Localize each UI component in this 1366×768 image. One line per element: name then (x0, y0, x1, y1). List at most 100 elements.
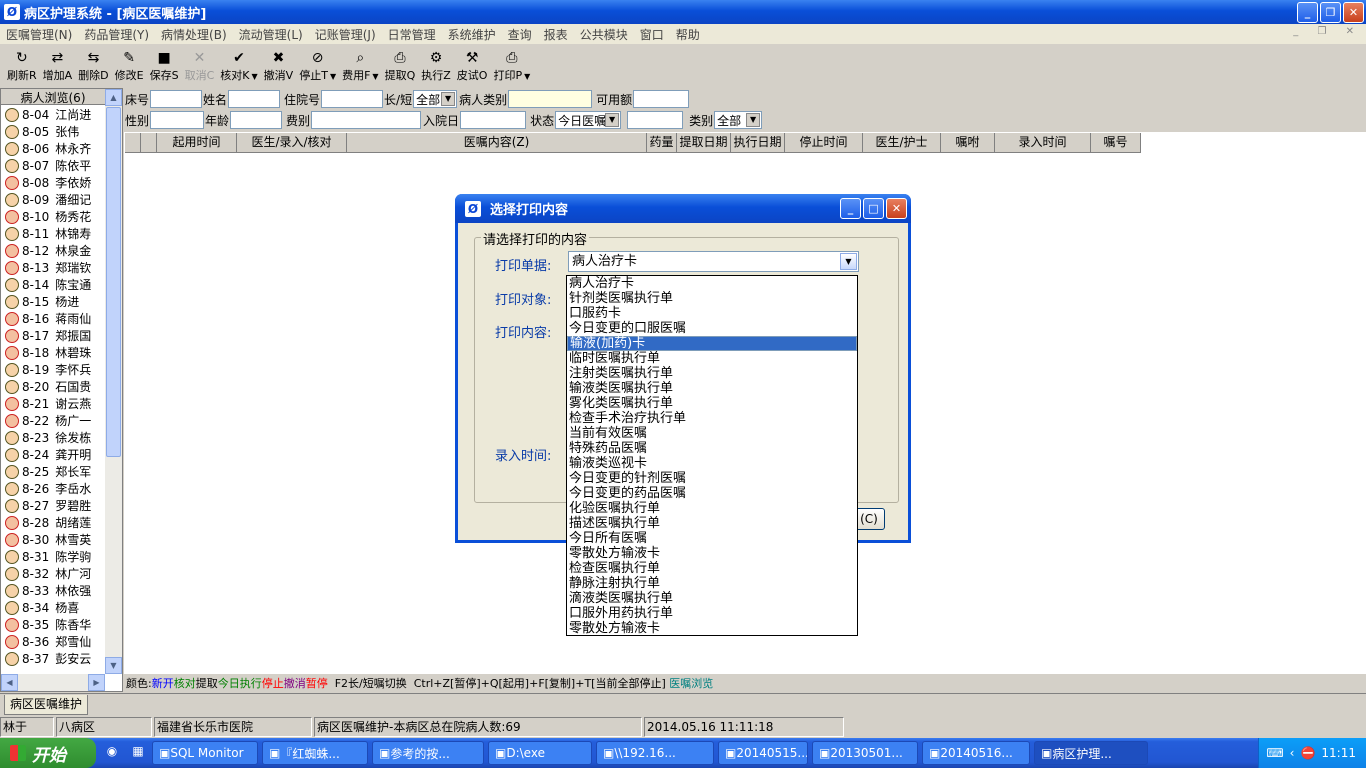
patient-list-item[interactable]: 8-07 陈依平 (1, 157, 105, 174)
patient-list-item[interactable]: 8-31 陈学驹 (1, 548, 105, 565)
sex-input[interactable] (150, 111, 205, 129)
category-select[interactable]: 全部 ▼ (714, 111, 763, 129)
dropdown-option[interactable]: 检查手术治疗执行单 (567, 411, 857, 426)
patient-list-item[interactable]: 8-20 石国贵 (1, 378, 105, 395)
admission-no-input[interactable] (321, 90, 384, 108)
admit-date-input[interactable] (460, 111, 527, 129)
dialog-close-button[interactable]: ✕ (886, 198, 907, 219)
grid-header-9[interactable]: 医生/护士 (863, 133, 941, 153)
menu-item-10[interactable]: 窗口 (634, 26, 670, 43)
taskbar-button-0[interactable]: ▣ SQL Monitor (152, 741, 258, 765)
toolbar-button-5[interactable]: ✕ 取消C (182, 48, 218, 84)
toolbar-button-6[interactable]: ✔ 核对K ▼ (217, 48, 260, 84)
grid-header-11[interactable]: 录入时间 (995, 133, 1091, 153)
menu-item-4[interactable]: 记账管理(J) (309, 26, 382, 43)
dropdown-option[interactable]: 滴液类医嘱执行单 (567, 591, 857, 606)
age-input[interactable] (230, 111, 283, 129)
dropdown-option[interactable]: 口服药卡 (567, 306, 857, 321)
patient-list-item[interactable]: 8-13 郑瑞钦 (1, 259, 105, 276)
dropdown-option[interactable]: 针剂类医嘱执行单 (567, 291, 857, 306)
patient-list-item[interactable]: 8-33 林依强 (1, 582, 105, 599)
scroll-right-icon[interactable]: ▶ (88, 674, 105, 691)
menu-item-1[interactable]: 药品管理(Y) (78, 26, 155, 43)
taskbar-button-8[interactable]: ▣ 病区护理... (1034, 741, 1148, 765)
scroll-thumb[interactable] (106, 107, 121, 457)
grid-header-10[interactable]: 嘱咐 (941, 133, 995, 153)
patient-list-item[interactable]: 8-28 胡绪莲 (1, 514, 105, 531)
patient-list-scrollbar[interactable]: ▲ ▼ (105, 89, 122, 674)
chevron-down-icon[interactable]: ▼ (252, 72, 258, 81)
network-icon[interactable]: ⛔ (1300, 746, 1315, 760)
dropdown-option[interactable]: 输液类医嘱执行单 (567, 381, 857, 396)
dropdown-option[interactable]: 注射类医嘱执行单 (567, 366, 857, 381)
name-input[interactable] (228, 90, 281, 108)
taskbar-button-5[interactable]: ▣ 20140515... (718, 741, 808, 765)
start-button[interactable]: 开始 (0, 738, 96, 768)
window-titlebar[interactable]: Ø 病区护理系统 - [病区医嘱维护] _ ❐ ✕ (0, 0, 1366, 24)
toolbar-button-12[interactable]: ⚒ 皮试O (454, 48, 491, 84)
grid-header-4[interactable]: 医嘱内容(Z) (347, 133, 647, 153)
dropdown-option[interactable]: 今日变更的针剂医嘱 (567, 471, 857, 486)
bed-input[interactable] (150, 90, 203, 108)
dropdown-option[interactable]: 化验医嘱执行单 (567, 501, 857, 516)
patient-list-item[interactable]: 8-35 陈香华 (1, 616, 105, 633)
keyboard-icon[interactable]: ⌨ (1266, 746, 1283, 760)
patient-list-item[interactable]: 8-36 郑雪仙 (1, 633, 105, 650)
menu-item-5[interactable]: 日常管理 (382, 26, 442, 43)
menu-item-2[interactable]: 病情处理(B) (155, 26, 233, 43)
toolbar-button-8[interactable]: ⊘ 停止T ▼ (296, 48, 339, 84)
scroll-down-icon[interactable]: ▼ (105, 657, 122, 674)
patient-list-item[interactable]: 8-15 杨进 (1, 293, 105, 310)
patient-list-item[interactable]: 8-27 罗碧胜 (1, 497, 105, 514)
grid-header-3[interactable]: 医生/录入/核对 (237, 133, 347, 153)
toolbar-button-3[interactable]: ✎ 修改E (112, 48, 147, 84)
blank-input[interactable] (627, 111, 684, 129)
menu-item-8[interactable]: 报表 (538, 26, 574, 43)
patient-list-hscrollbar[interactable]: ◀ ▶ (1, 674, 105, 691)
dropdown-option[interactable]: 描述医嘱执行单 (567, 516, 857, 531)
grid-header-1[interactable] (141, 133, 157, 153)
toolbar-button-4[interactable]: ■ 保存S (147, 48, 182, 84)
dropdown-option[interactable]: 输液类巡视卡 (567, 456, 857, 471)
dropdown-option[interactable]: 雾化类医嘱执行单 (567, 396, 857, 411)
dialog-minimize-button[interactable]: _ (840, 198, 861, 219)
patient-list-item[interactable]: 8-22 杨广一 (1, 412, 105, 429)
menu-item-3[interactable]: 流动管理(L) (233, 26, 309, 43)
dropdown-option[interactable]: 检查医嘱执行单 (567, 561, 857, 576)
dropdown-option[interactable]: 临时医嘱执行单 (567, 351, 857, 366)
restore-button[interactable]: ❐ (1320, 2, 1341, 23)
menu-item-9[interactable]: 公共模块 (574, 26, 634, 43)
dropdown-option[interactable]: 静脉注射执行单 (567, 576, 857, 591)
grid-header-6[interactable]: 提取日期 (677, 133, 731, 153)
chevron-down-icon[interactable]: ▼ (840, 253, 857, 270)
chevron-down-icon[interactable]: ▼ (372, 72, 378, 81)
taskbar-button-6[interactable]: ▣ 20130501... (812, 741, 918, 765)
patient-list-item[interactable]: 8-05 张伟 (1, 123, 105, 140)
grid-header-2[interactable]: 起用时间 (157, 133, 237, 153)
patient-list-item[interactable]: 8-25 郑长军 (1, 463, 105, 480)
chevron-down-icon[interactable]: ▼ (524, 72, 530, 81)
toolbar-button-0[interactable]: ↻ 刷新R (4, 48, 40, 84)
grid-header-12[interactable]: 嘱号 (1091, 133, 1141, 153)
fee-type-input[interactable] (311, 111, 422, 129)
dropdown-option[interactable]: 病人治疗卡 (567, 276, 857, 291)
status-select[interactable]: 今日医嘱 ▼ (555, 111, 622, 129)
toolbar-button-10[interactable]: ⎙ 提取Q (382, 48, 419, 84)
menu-item-0[interactable]: 医嘱管理(N) (0, 26, 78, 43)
toolbar-button-9[interactable]: ⌕ 费用F ▼ (339, 48, 381, 84)
menu-item-6[interactable]: 系统维护 (442, 26, 502, 43)
grid-header-7[interactable]: 执行日期 (731, 133, 785, 153)
taskbar-button-2[interactable]: ▣ 参考的按... (372, 741, 484, 765)
patient-list-item[interactable]: 8-19 李怀兵 (1, 361, 105, 378)
patient-list-item[interactable]: 8-34 杨喜 (1, 599, 105, 616)
grid-header-5[interactable]: 药量 (647, 133, 677, 153)
menu-item-11[interactable]: 帮助 (670, 26, 706, 43)
grid-header-8[interactable]: 停止时间 (785, 133, 863, 153)
dropdown-option[interactable]: 零散处方输液卡 (567, 621, 857, 636)
menu-item-7[interactable]: 查询 (502, 26, 538, 43)
dropdown-option[interactable]: 口服外用药执行单 (567, 606, 857, 621)
patient-list-item[interactable]: 8-17 郑振国 (1, 327, 105, 344)
tab-orders[interactable]: 病区医嘱维护 (4, 695, 89, 715)
grid-header-0[interactable] (125, 133, 141, 153)
toolbar-button-1[interactable]: ⇄ 增加A (40, 48, 76, 84)
